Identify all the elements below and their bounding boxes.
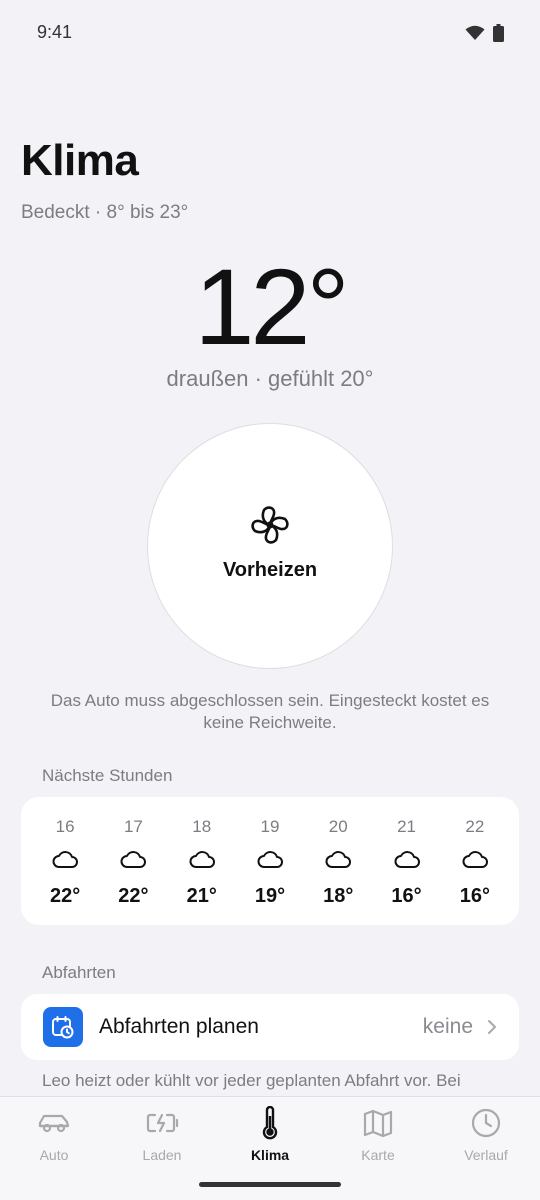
- weather-summary: Bedeckt · 8° bis 23°: [21, 202, 189, 223]
- forecast-hour: 19 19°: [236, 797, 304, 925]
- departures-footnote: Leo heizt oder kühlt vor jeder geplanten…: [42, 1071, 461, 1090]
- tab-label: Verlauf: [464, 1147, 508, 1163]
- forecast-hour: 18 21°: [168, 797, 236, 925]
- temperature-detail: draußen · gefühlt 20°: [166, 366, 374, 391]
- hourly-forecast-card: 16 22° 17 22° 18 21° 19 19° 20 18° 21 16° 22 16°: [21, 797, 519, 925]
- preheat-button[interactable]: Vorheizen: [147, 423, 393, 669]
- cloud-icon: [462, 849, 488, 871]
- cloud-icon: [394, 849, 420, 871]
- cloud-icon: [189, 849, 215, 871]
- forecast-hour-temp: 16°: [391, 885, 422, 907]
- tab-verlauf[interactable]: Verlauf: [432, 1097, 540, 1200]
- cloud-icon: [257, 849, 283, 871]
- forecast-hour-time: 16: [55, 817, 75, 836]
- tab-label: Karte: [361, 1147, 395, 1163]
- car-icon: [37, 1107, 71, 1139]
- thermometer-icon: [260, 1106, 280, 1140]
- outside-temperature: 12°: [194, 246, 349, 367]
- cloud-icon: [52, 849, 79, 871]
- forecast-hour-temp: 22°: [118, 885, 149, 907]
- plan-departures-row[interactable]: Abfahrten planen keine: [21, 994, 519, 1060]
- forecast-hour-temp: 19°: [254, 885, 286, 907]
- departures-count-value: keine: [422, 1015, 473, 1038]
- status-time: 9:41: [37, 22, 73, 42]
- battery-icon: [493, 24, 504, 42]
- home-indicator: [199, 1182, 341, 1187]
- forecast-hour: 21 16°: [372, 797, 440, 925]
- preheat-note: Das Auto muss abgeschlossen sein. Einges…: [50, 691, 490, 732]
- tab-label: Auto: [39, 1147, 69, 1163]
- forecast-hour: 16 22°: [31, 797, 99, 925]
- tab-label: Klima: [250, 1147, 290, 1163]
- forecast-hour: 17 22°: [99, 797, 167, 925]
- forecast-hour-temp: 22°: [50, 885, 81, 907]
- clock-icon: [470, 1107, 502, 1139]
- forecast-section-label: Nächste Stunden: [42, 766, 173, 785]
- wifi-icon: [465, 25, 485, 40]
- preheat-label: Vorheizen: [222, 558, 318, 581]
- forecast-hour-time: 22: [465, 817, 485, 836]
- forecast-hour: 22 16°: [441, 797, 509, 925]
- cloud-icon: [120, 849, 147, 871]
- forecast-hour-time: 19: [260, 817, 280, 836]
- forecast-hour-time: 20: [328, 817, 348, 836]
- forecast-hour: 20 18°: [304, 797, 372, 925]
- forecast-hour-temp: 16°: [459, 885, 490, 907]
- cloud-icon: [325, 849, 352, 871]
- status-bar: 9:41: [0, 0, 540, 66]
- forecast-hour-time: 21: [397, 817, 416, 836]
- plan-departures-label: Abfahrten planen: [99, 1015, 259, 1038]
- battery-charging-icon: [145, 1107, 179, 1139]
- tab-auto[interactable]: Auto: [0, 1097, 108, 1200]
- chevron-right-icon: [488, 1020, 496, 1034]
- tab-label: Laden: [142, 1147, 182, 1163]
- forecast-hour-temp: 18°: [323, 885, 354, 907]
- forecast-hour-time: 18: [192, 817, 212, 836]
- forecast-hour-temp: 21°: [186, 885, 217, 907]
- calendar-clock-icon: [43, 1007, 83, 1047]
- map-icon: [362, 1107, 394, 1139]
- status-icons: [465, 24, 504, 42]
- departures-section-label: Abfahrten: [42, 963, 116, 982]
- forecast-hour-time: 17: [123, 817, 143, 836]
- fan-icon: [251, 505, 289, 544]
- page-title: Klima: [21, 136, 139, 185]
